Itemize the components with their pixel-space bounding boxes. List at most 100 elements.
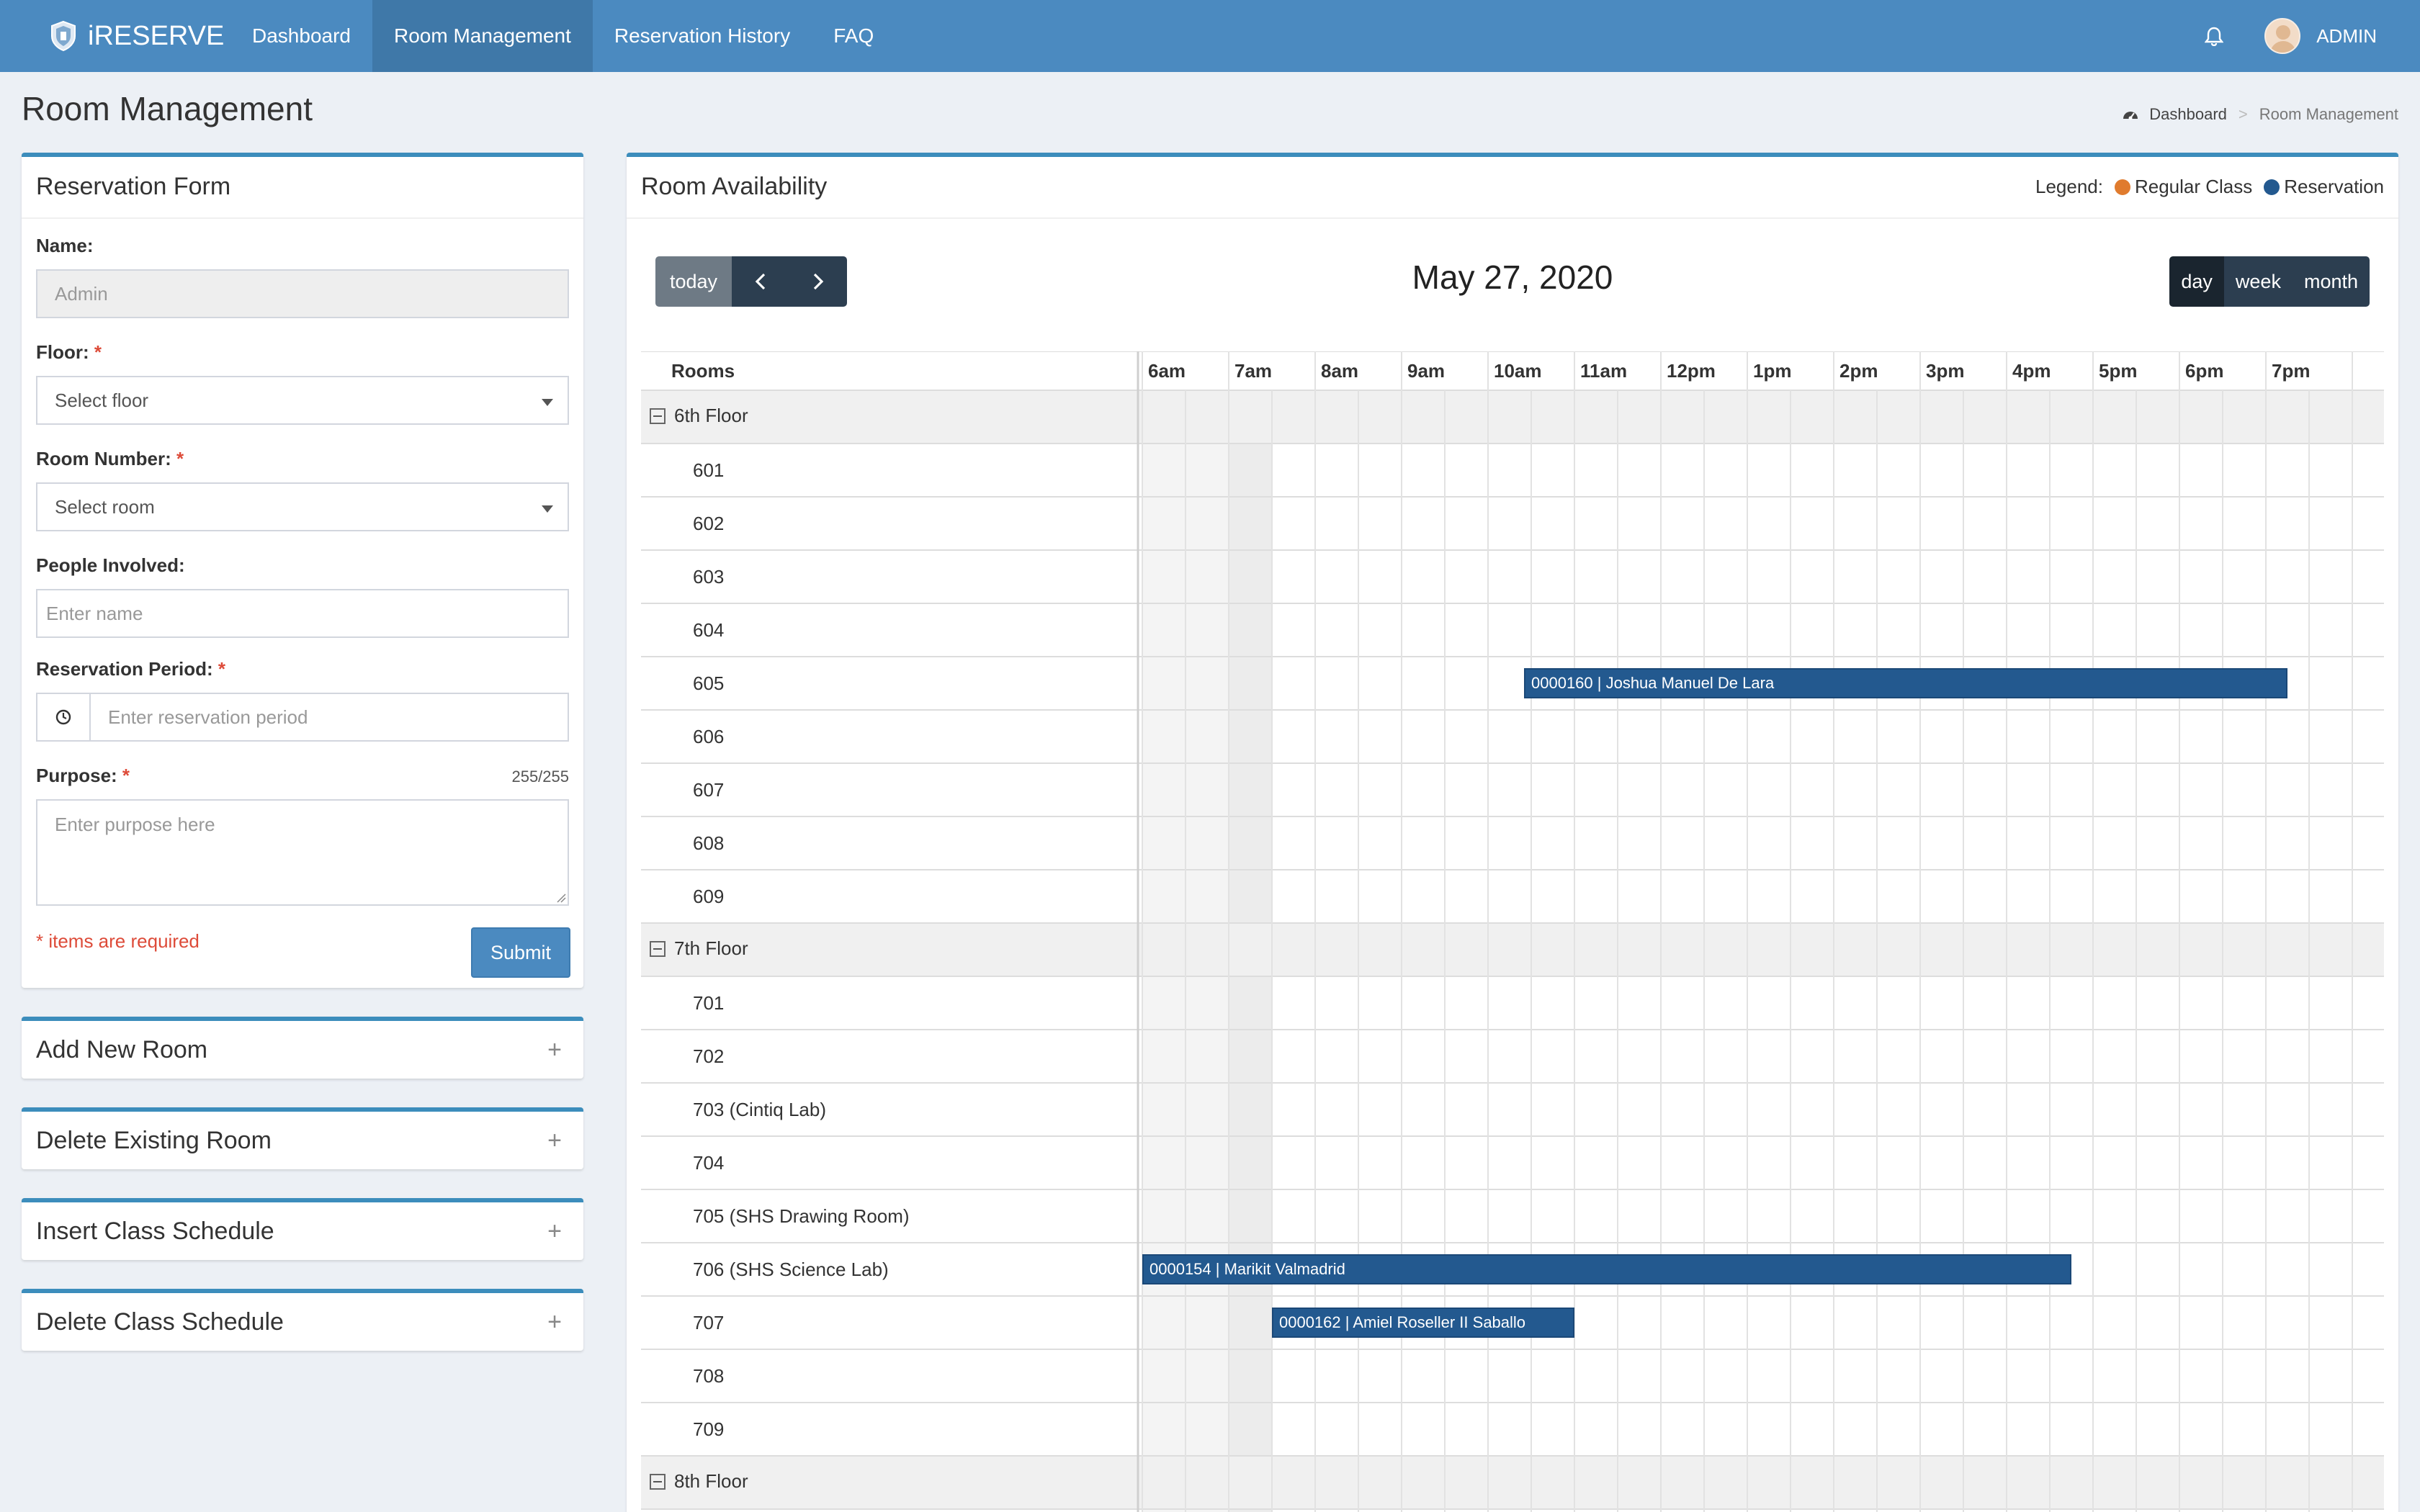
legend-regular-class: Regular Class bbox=[2134, 176, 2253, 197]
collapse-minus-icon[interactable] bbox=[650, 940, 666, 957]
legend-label: Legend: bbox=[2035, 176, 2103, 197]
room-availability-box: Room Availability Legend: Regular Class … bbox=[627, 153, 2398, 1512]
reservation-period-input[interactable]: Enter reservation period bbox=[36, 693, 569, 742]
expand-plus-icon[interactable]: + bbox=[540, 1218, 569, 1246]
dashboard-gauge-icon bbox=[2123, 112, 2138, 120]
next-button[interactable] bbox=[789, 256, 847, 307]
room-row-label: 607 bbox=[693, 779, 725, 801]
room-row-label: 603 bbox=[693, 566, 725, 588]
legend: Legend: Regular Class Reservation bbox=[2035, 176, 2384, 198]
notifications-bell-icon[interactable] bbox=[2178, 0, 2250, 72]
view-switcher: day week month bbox=[2169, 256, 2370, 307]
nav-room-management[interactable]: Room Management bbox=[372, 0, 593, 72]
room-select[interactable]: Select room bbox=[36, 482, 569, 531]
panel-title: Delete Existing Room bbox=[36, 1126, 272, 1154]
page-title: Room Management bbox=[22, 90, 313, 127]
view-week-button[interactable]: week bbox=[2223, 256, 2293, 307]
collapse-minus-icon[interactable] bbox=[650, 1473, 666, 1490]
nav-reservation-history[interactable]: Reservation History bbox=[593, 0, 812, 72]
name-label: Name: bbox=[36, 235, 94, 256]
submit-button[interactable]: Submit bbox=[471, 927, 570, 978]
room-row-label: 703 (Cintiq Lab) bbox=[693, 1099, 826, 1120]
expand-plus-icon[interactable]: + bbox=[540, 1036, 569, 1064]
people-placeholder: Enter name bbox=[46, 602, 143, 624]
caret-down-icon bbox=[542, 505, 553, 513]
legend-reservation: Reservation bbox=[2284, 176, 2384, 197]
expand-plus-icon[interactable]: + bbox=[540, 1308, 569, 1336]
period-placeholder: Enter reservation period bbox=[108, 706, 308, 728]
time-slot-header: 6pm bbox=[2185, 360, 2224, 382]
calendar-nav: today bbox=[655, 256, 847, 307]
floor-select[interactable]: Select floor bbox=[36, 376, 569, 425]
time-slot-header: 7pm bbox=[2272, 360, 2311, 382]
time-slot-header: 6am bbox=[1148, 360, 1186, 382]
timeline-grid: Rooms 6am 7am 8am 9am 10am 11am 12pm 1pm 2pm 3pm 4… bbox=[641, 351, 2384, 1512]
people-involved-label: People Involved: bbox=[36, 554, 185, 576]
reservation-event[interactable]: 0000162 | Amiel Roseller II Saballo bbox=[1272, 1308, 1574, 1338]
room-row-label: 706 (SHS Science Lab) bbox=[693, 1259, 889, 1280]
legend-dot-regular-class bbox=[2114, 179, 2130, 195]
room-row-label: 606 bbox=[693, 726, 725, 747]
room-row-label: 609 bbox=[693, 886, 725, 907]
required-note: * items are required bbox=[36, 930, 200, 952]
view-day-button[interactable]: day bbox=[2169, 256, 2224, 307]
breadcrumb-dashboard[interactable]: Dashboard bbox=[2149, 105, 2227, 124]
people-input[interactable]: Enter name bbox=[36, 589, 569, 638]
brand-name: iRESERVE bbox=[88, 20, 225, 51]
name-value: Admin bbox=[55, 282, 108, 305]
floor-label: Floor: * bbox=[36, 341, 102, 363]
time-slot-header: 7am bbox=[1234, 360, 1273, 382]
view-month-button[interactable]: month bbox=[2292, 256, 2370, 307]
time-slot-header: 10am bbox=[1494, 360, 1542, 382]
room-row-label: 702 bbox=[693, 1045, 725, 1067]
reservation-event[interactable]: 0000160 | Joshua Manuel De Lara bbox=[1524, 668, 2287, 698]
purpose-char-counter: 255/255 bbox=[511, 768, 569, 786]
room-row-label: 602 bbox=[693, 513, 725, 534]
room-row-label: 705 (SHS Drawing Room) bbox=[693, 1205, 910, 1227]
insert-class-schedule-panel[interactable]: Insert Class Schedule + bbox=[22, 1198, 583, 1260]
add-new-room-panel[interactable]: Add New Room + bbox=[22, 1017, 583, 1079]
rooms-column-header: Rooms bbox=[671, 360, 735, 382]
floor-group-toggle[interactable]: 7th Floor bbox=[650, 937, 748, 960]
shield-logo-icon bbox=[51, 20, 76, 52]
panel-title: Delete Class Schedule bbox=[36, 1308, 284, 1336]
room-row-label: 605 bbox=[693, 672, 725, 694]
name-field: Admin bbox=[36, 269, 569, 318]
floor-group-toggle[interactable]: 8th Floor bbox=[650, 1470, 748, 1493]
today-button[interactable]: today bbox=[655, 256, 732, 307]
caret-down-icon bbox=[542, 399, 553, 406]
floor-group-toggle[interactable]: 6th Floor bbox=[650, 405, 748, 427]
purpose-textarea[interactable]: Enter purpose here bbox=[36, 799, 569, 906]
calendar-date-title: May 27, 2020 bbox=[1412, 258, 1613, 296]
panel-title: Add New Room bbox=[36, 1035, 208, 1063]
floor-group-label: 6th Floor bbox=[674, 405, 748, 426]
resize-handle-icon[interactable] bbox=[556, 893, 566, 903]
nav-right: ADMIN bbox=[2178, 0, 2420, 72]
reservation-period-label: Reservation Period: * bbox=[36, 658, 225, 680]
room-row-label: 701 bbox=[693, 992, 725, 1014]
delete-class-schedule-panel[interactable]: Delete Class Schedule + bbox=[22, 1289, 583, 1351]
nav-faq[interactable]: FAQ bbox=[812, 0, 895, 72]
reservation-event[interactable]: 0000154 | Marikit Valmadrid bbox=[1142, 1254, 2071, 1284]
form-header: Reservation Form bbox=[22, 157, 583, 219]
room-row-label: 608 bbox=[693, 832, 725, 854]
user-menu[interactable]: ADMIN bbox=[2250, 0, 2420, 72]
time-slot-header: 2pm bbox=[1839, 360, 1878, 382]
expand-plus-icon[interactable]: + bbox=[540, 1127, 569, 1155]
room-row-label: 707 bbox=[693, 1312, 725, 1333]
breadcrumb-separator: > bbox=[2238, 105, 2248, 123]
room-select-value: Select room bbox=[55, 495, 155, 518]
time-slot-header: 12pm bbox=[1667, 360, 1716, 382]
room-number-label: Room Number: * bbox=[36, 448, 184, 469]
form-title: Reservation Form bbox=[36, 173, 231, 200]
delete-existing-room-panel[interactable]: Delete Existing Room + bbox=[22, 1107, 583, 1169]
nav-dashboard[interactable]: Dashboard bbox=[230, 0, 372, 72]
collapse-minus-icon[interactable] bbox=[650, 408, 666, 424]
user-name: ADMIN bbox=[2316, 24, 2377, 47]
floor-group-label: 7th Floor bbox=[674, 937, 748, 959]
brand[interactable]: iRESERVE bbox=[0, 0, 230, 72]
breadcrumb: Dashboard > Room Management bbox=[2122, 105, 2398, 124]
panel-title: Insert Class Schedule bbox=[36, 1217, 274, 1245]
prev-button[interactable] bbox=[732, 256, 789, 307]
timeline-grid-lines bbox=[641, 351, 2384, 1512]
